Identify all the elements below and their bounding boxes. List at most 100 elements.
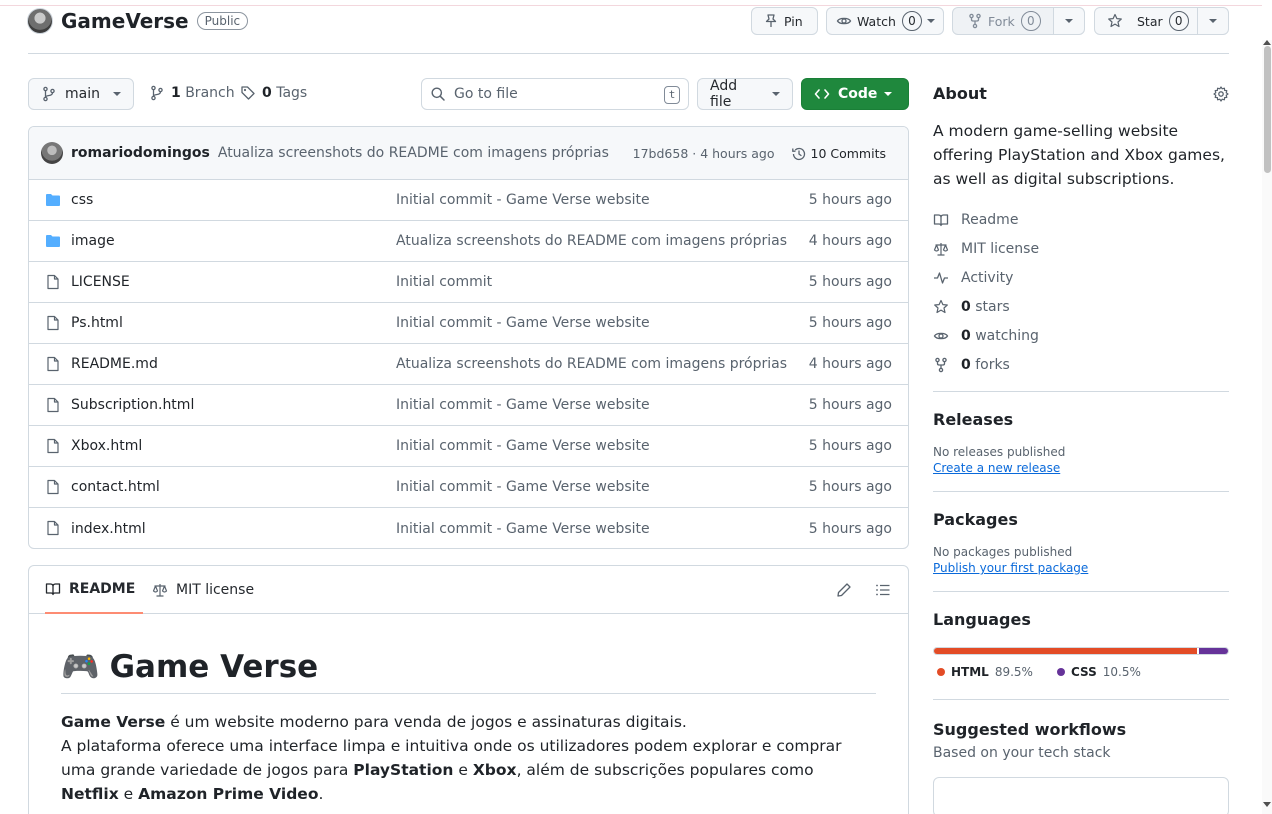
file-commit-message[interactable]: Initial commit - Game Verse website — [396, 479, 650, 495]
file-name-link[interactable]: Ps.html — [71, 315, 123, 331]
file-table: romariodomingos Atualiza screenshots do … — [28, 126, 909, 549]
file-commit-message[interactable]: Atualiza screenshots do README com image… — [396, 356, 787, 372]
watch-dropdown[interactable] — [919, 19, 943, 23]
table-row[interactable]: css Initial commit - Game Verse website 5 … — [29, 180, 908, 221]
file-name-link[interactable]: image — [71, 233, 115, 249]
readme-paragraph: Game Verse é um website moderno para ven… — [61, 713, 842, 803]
forks-link[interactable]: 0 forks — [933, 350, 1229, 379]
file-updated-time: 5 hours ago — [808, 438, 892, 454]
file-commit-message[interactable]: Initial commit - Game Verse website — [396, 438, 650, 454]
branch-selector[interactable]: main — [28, 78, 134, 110]
repo-name[interactable]: GameVerse — [61, 9, 189, 33]
releases-title[interactable]: Releases — [933, 410, 1229, 429]
file-name-link[interactable]: Xbox.html — [71, 438, 142, 454]
create-release-link[interactable]: Create a new release — [933, 461, 1229, 475]
packages-title[interactable]: Packages — [933, 510, 1229, 529]
scroll-down-arrow[interactable] — [1263, 802, 1271, 807]
table-row[interactable]: index.html Initial commit - Game Verse we… — [29, 508, 908, 548]
outline-list-icon[interactable] — [875, 582, 891, 598]
repo-description: A modern game-selling website offering P… — [933, 122, 1225, 188]
file-name-link[interactable]: README.md — [71, 356, 158, 372]
add-file-button[interactable]: Add file — [697, 78, 793, 110]
fork-button[interactable]: Fork 0 — [952, 7, 1085, 35]
eye-icon — [836, 13, 852, 29]
file-name-link[interactable]: css — [71, 192, 93, 208]
author-avatar[interactable] — [41, 142, 63, 164]
commit-author[interactable]: romariodomingos — [71, 145, 210, 161]
license-link[interactable]: MIT license — [933, 234, 1229, 263]
languages-section: Languages HTML 89.5% CSS 10.5% — [933, 591, 1229, 679]
language-item[interactable]: HTML 89.5% — [937, 665, 1033, 679]
packages-section: Packages No packages published Publish y… — [933, 491, 1229, 575]
file-commit-message[interactable]: Initial commit - Game Verse website — [396, 521, 650, 537]
gear-icon[interactable] — [1213, 85, 1229, 102]
commit-hash-time[interactable]: 17bd658 · 4 hours ago — [633, 146, 775, 161]
table-row[interactable]: image Atualiza screenshots do README com … — [29, 221, 908, 262]
star-dropdown[interactable] — [1196, 8, 1228, 34]
file-name-link[interactable]: Subscription.html — [71, 397, 194, 413]
watch-button[interactable]: Watch 0 — [826, 7, 944, 35]
file-commit-message[interactable]: Initial commit — [396, 274, 492, 290]
edit-pencil-icon[interactable] — [836, 582, 852, 598]
branches-link[interactable]: 1 Branch — [149, 85, 235, 101]
table-row[interactable]: Subscription.html Initial commit - Game V… — [29, 385, 908, 426]
table-row[interactable]: Ps.html Initial commit - Game Verse websi… — [29, 303, 908, 344]
tab-mit-license[interactable]: MIT license — [152, 566, 254, 614]
file-commit-message[interactable]: Initial commit - Game Verse website — [396, 192, 650, 208]
language-item[interactable]: CSS 10.5% — [1056, 665, 1141, 679]
packages-empty: No packages published — [933, 545, 1073, 559]
table-row[interactable]: contact.html Initial commit - Game Verse … — [29, 467, 908, 508]
file-commit-message[interactable]: Initial commit - Game Verse website — [396, 397, 650, 413]
file-icon — [45, 397, 61, 413]
pin-button[interactable]: Pin — [751, 7, 818, 35]
file-updated-time: 4 hours ago — [808, 233, 892, 249]
folder-icon — [45, 192, 61, 208]
history-icon — [791, 146, 807, 162]
table-row[interactable]: README.md Atualiza screenshots do README … — [29, 344, 908, 385]
tab-readme[interactable]: README — [45, 566, 144, 614]
file-updated-time: 5 hours ago — [808, 315, 892, 331]
tags-link[interactable]: 0 Tags — [240, 85, 307, 101]
star-button[interactable]: Star 0 — [1094, 7, 1229, 35]
chevron-down-icon — [884, 92, 892, 96]
fork-dropdown[interactable] — [1052, 8, 1084, 34]
file-commit-message[interactable]: Atualiza screenshots do README com image… — [396, 233, 787, 249]
table-row[interactable]: Xbox.html Initial commit - Game Verse web… — [29, 426, 908, 467]
file-updated-time: 4 hours ago — [808, 356, 892, 372]
releases-section: Releases No releases published Create a … — [933, 391, 1229, 475]
file-icon — [45, 438, 61, 454]
file-updated-time: 5 hours ago — [808, 520, 892, 537]
workflow-card[interactable] — [933, 777, 1229, 814]
stars-link[interactable]: 0 stars — [933, 292, 1229, 321]
commits-link[interactable]: 10 Commits — [791, 146, 886, 162]
go-to-file-search[interactable]: t — [421, 78, 689, 110]
activity-link[interactable]: Activity — [933, 263, 1229, 292]
eye-icon — [933, 328, 949, 344]
repo-header: GameVerse Public — [27, 8, 249, 34]
code-button[interactable]: Code — [801, 78, 909, 110]
language-dot — [937, 668, 945, 676]
languages-title: Languages — [933, 610, 1031, 629]
scroll-up-arrow[interactable] — [1263, 40, 1271, 45]
file-name-link[interactable]: contact.html — [71, 479, 160, 495]
law-icon — [933, 241, 949, 257]
readme-tabs: README MIT license — [29, 566, 908, 614]
watching-link[interactable]: 0 watching — [933, 321, 1229, 350]
scrollbar-thumb[interactable] — [1264, 46, 1271, 173]
book-icon — [45, 581, 61, 597]
go-to-file-input[interactable] — [454, 86, 654, 102]
file-updated-time: 5 hours ago — [808, 479, 892, 495]
file-icon — [45, 520, 61, 536]
commit-message[interactable]: Atualiza screenshots do README com image… — [218, 145, 609, 161]
branch-icon — [41, 86, 57, 102]
fork-count: 0 — [1020, 11, 1041, 31]
star-icon — [933, 299, 949, 315]
table-row[interactable]: LICENSE Initial commit 5 hours ago — [29, 262, 908, 303]
publish-package-link[interactable]: Publish your first package — [933, 561, 1229, 575]
file-name-link[interactable]: LICENSE — [71, 274, 130, 290]
file-commit-message[interactable]: Initial commit - Game Verse website — [396, 315, 650, 331]
readme-link[interactable]: Readme — [933, 205, 1229, 234]
file-name-link[interactable]: index.html — [71, 521, 146, 537]
file-updated-time: 5 hours ago — [808, 274, 892, 290]
owner-avatar[interactable] — [27, 8, 53, 34]
